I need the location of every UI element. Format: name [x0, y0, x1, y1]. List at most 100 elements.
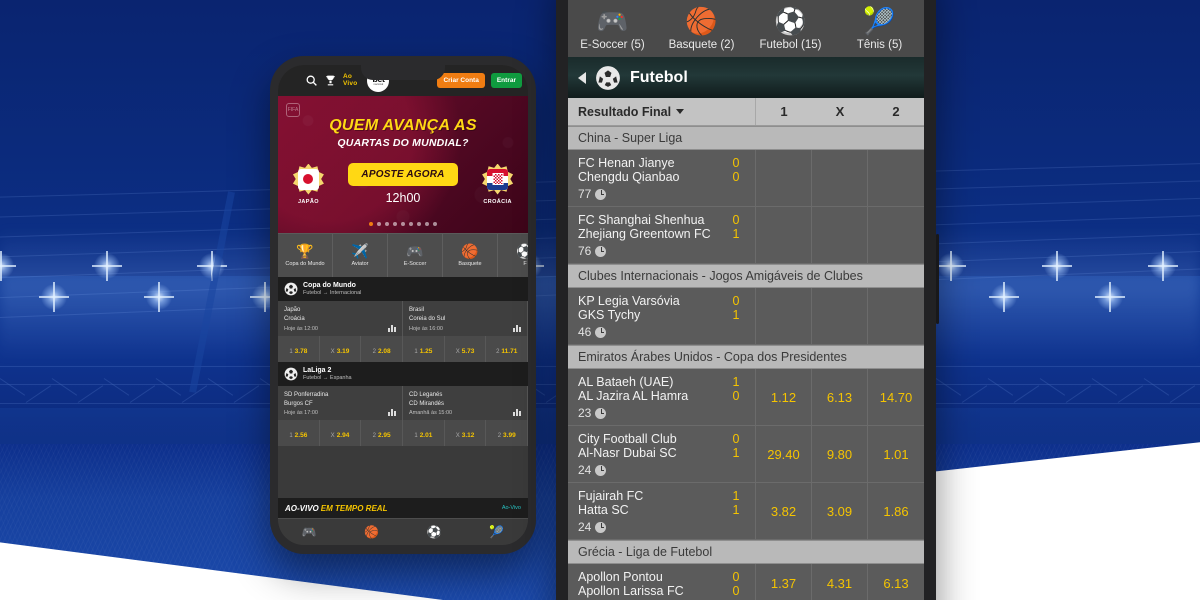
gamepad-icon[interactable]: 🎮 — [302, 526, 317, 538]
live-odd-1[interactable]: 29.40 — [756, 426, 812, 482]
match-away-team: Croácia — [284, 315, 396, 324]
live-odd-2[interactable] — [868, 150, 924, 206]
hamburger-menu-icon[interactable] — [284, 75, 299, 86]
live-odd-x[interactable]: 9.80 — [812, 426, 868, 482]
live-odd-2[interactable]: 14.70 — [868, 369, 924, 425]
football-icon — [284, 367, 298, 381]
phone-mockup-right: 🎮E-Soccer (5)🏀Basquete (2)⚽Futebol (15)🎾… — [556, 0, 936, 600]
market-selector-label: Resultado Final — [578, 105, 671, 119]
basketball-icon[interactable]: 🏀 — [364, 526, 379, 538]
league-header-1[interactable]: LaLiga 2Futebol → Espanha — [278, 362, 528, 386]
live-odd-1[interactable]: 3.82 — [756, 483, 812, 539]
live-odd-2[interactable]: 1.86 — [868, 483, 924, 539]
match-cell-1[interactable]: BrasilCoreia do SulHoje às 16:00 — [403, 301, 528, 336]
odd-button[interactable]: 11.25 — [403, 336, 445, 362]
football-icon[interactable]: ⚽ — [427, 526, 442, 538]
odd-key: 1 — [289, 349, 292, 355]
sport-tab-0[interactable]: 🎮E-Soccer (5) — [568, 8, 657, 53]
category-item-3[interactable]: 🏀Basquete — [443, 234, 498, 277]
live-odd-x[interactable] — [812, 150, 868, 206]
promo-banner[interactable]: FIFA QUEM AVANÇA AS QUARTAS DO MUNDIAL? … — [278, 96, 528, 233]
live-odd-2[interactable] — [868, 207, 924, 263]
odd-button[interactable]: 22.95 — [361, 420, 403, 446]
category-item-0[interactable]: 🏆Copa do Mundo — [278, 234, 333, 277]
live-match-row[interactable]: FC Henan Jianye0Chengdu Qianbao077 — [568, 150, 924, 207]
stats-chart-icon[interactable] — [513, 408, 522, 416]
live-odd-x[interactable]: 3.09 — [812, 483, 868, 539]
live-odd-1[interactable]: 1.37 — [756, 564, 812, 600]
live-label[interactable]: Ao Vivo — [343, 74, 357, 88]
live-odd-2[interactable]: 6.13 — [868, 564, 924, 600]
stats-chart-icon[interactable] — [388, 408, 397, 416]
banner-cta-column: APOSTE AGORA 12h00 — [348, 163, 457, 205]
floodlight — [41, 284, 67, 310]
bet-now-button[interactable]: APOSTE AGORA — [348, 163, 457, 186]
create-account-button[interactable]: Criar Conta — [437, 73, 484, 88]
trophy-icon[interactable] — [324, 74, 337, 87]
live-odd-2[interactable]: 1.01 — [868, 426, 924, 482]
odd-button[interactable]: 12.01 — [403, 420, 445, 446]
odd-button[interactable]: X3.19 — [320, 336, 362, 362]
live-match-row[interactable]: City Football Club0Al-Nasr Dubai SC12429… — [568, 426, 924, 483]
odd-button[interactable]: X5.73 — [445, 336, 487, 362]
category-label: Basquete — [458, 261, 481, 267]
odd-button[interactable]: X2.94 — [320, 420, 362, 446]
match-minute: 24 — [578, 520, 747, 534]
sport-tab-3[interactable]: 🎾Tênis (5) — [835, 8, 924, 53]
category-item-1[interactable]: ✈️Aviator — [333, 234, 388, 277]
odd-button[interactable]: 23.99 — [486, 420, 528, 446]
match-cell-0[interactable]: JapãoCroáciaHoje às 12:00 — [278, 301, 403, 336]
live-odd-x[interactable] — [812, 207, 868, 263]
live-match-row[interactable]: AL Bataeh (UAE)1AL Jazira AL Hamra0231.1… — [568, 369, 924, 426]
match-cell-0[interactable]: SD PonferradinaBurgos CFHoje às 17:00 — [278, 386, 403, 421]
live-match-info: Apollon Pontou0Apollon Larissa FC0 — [568, 564, 756, 600]
power-button[interactable] — [936, 234, 939, 324]
category-item-2[interactable]: 🎮E-Soccer — [388, 234, 443, 277]
market-selector[interactable]: Resultado Final — [568, 98, 756, 125]
category-label: Copa do Mundo — [285, 261, 324, 267]
match-home-team: Japão — [284, 306, 396, 315]
odd-button[interactable]: 12.56 — [278, 420, 320, 446]
football-icon — [284, 367, 298, 381]
tennis-icon[interactable]: 🎾 — [489, 526, 504, 538]
live-odd-x[interactable]: 4.31 — [812, 564, 868, 600]
live-bar-link[interactable]: Ao-Vivo — [502, 505, 521, 511]
odd-button[interactable]: 211.71 — [486, 336, 528, 362]
banner-team-right: CROÁCIA — [472, 164, 524, 205]
sport-tab-2[interactable]: ⚽Futebol (15) — [746, 8, 835, 53]
live-odd-1[interactable] — [756, 288, 812, 344]
odd-button[interactable]: 13.78 — [278, 336, 320, 362]
live-match-row[interactable]: KP Legia Varsóvia0GKS Tychy146 — [568, 288, 924, 345]
live-odd-1[interactable] — [756, 150, 812, 206]
stats-chart-icon[interactable] — [388, 324, 397, 332]
live-odd-x[interactable]: 6.13 — [812, 369, 868, 425]
league-group-header-2[interactable]: Emiratos Árabes Unidos - Copa dos Presid… — [568, 345, 924, 369]
live-match-row[interactable]: Fujairah FC1Hatta SC1243.823.091.86 — [568, 483, 924, 540]
league-header-0[interactable]: Copa do MundoFutebol → Internacional — [278, 277, 528, 301]
croatia-flag-icon — [487, 169, 508, 190]
match-minute-value: 46 — [578, 325, 591, 339]
live-match-list[interactable]: China - Super LigaFC Henan Jianye0Chengd… — [568, 126, 924, 600]
sport-tab-1[interactable]: 🏀Basquete (2) — [657, 8, 746, 53]
login-button[interactable]: Entrar — [491, 73, 522, 88]
league-group-header-3[interactable]: Grécia - Liga de Futebol — [568, 540, 924, 564]
back-arrow-icon[interactable] — [578, 72, 586, 84]
league-group-header-0[interactable]: China - Super Liga — [568, 126, 924, 150]
live-match-info: KP Legia Varsóvia0GKS Tychy146 — [568, 288, 756, 344]
live-match-row[interactable]: Apollon Pontou0Apollon Larissa FC01.374.… — [568, 564, 924, 600]
odd-button[interactable]: 22.08 — [361, 336, 403, 362]
live-odd-1[interactable] — [756, 207, 812, 263]
match-cell-1[interactable]: CD LeganésCD MirandésAmanhã às 15:00 — [403, 386, 528, 421]
league-group-header-1[interactable]: Clubes Internacionais - Jogos Amigáveis … — [568, 264, 924, 288]
stats-chart-icon[interactable] — [513, 324, 522, 332]
live-odd-2[interactable] — [868, 288, 924, 344]
live-odd-1[interactable]: 1.12 — [756, 369, 812, 425]
live-match-away: Chengdu Qianbao0 — [578, 170, 747, 184]
live-match-row[interactable]: FC Shanghai Shenhua0Zhejiang Greentown F… — [568, 207, 924, 264]
live-odd-x[interactable] — [812, 288, 868, 344]
live-now-bar[interactable]: AO-VIVO EM TEMPO REAL Ao-Vivo — [278, 498, 528, 518]
search-icon[interactable] — [305, 74, 318, 87]
category-item-4[interactable]: ⚽F — [498, 234, 528, 277]
odd-value: 3.12 — [462, 432, 475, 439]
odd-button[interactable]: X3.12 — [445, 420, 487, 446]
